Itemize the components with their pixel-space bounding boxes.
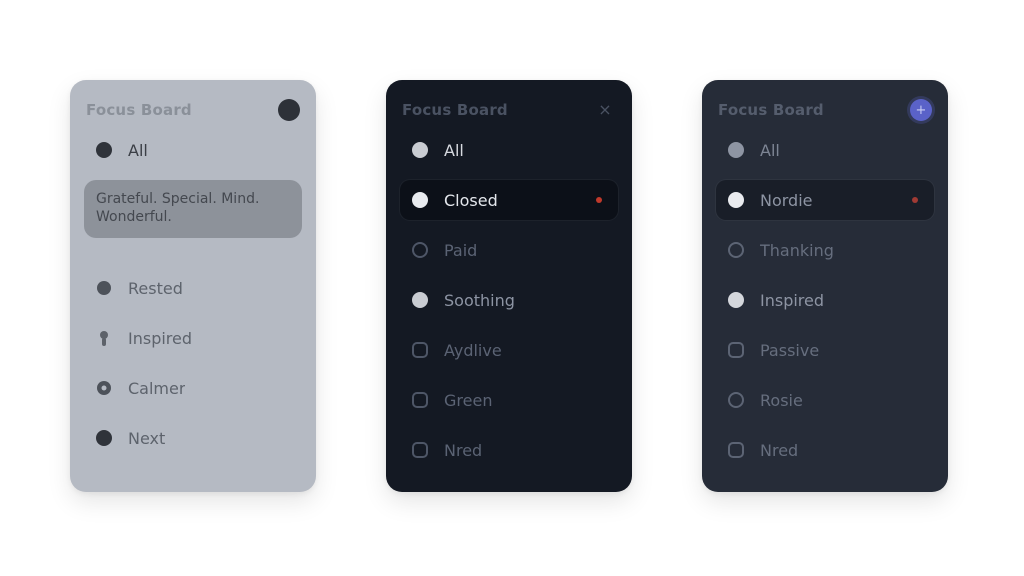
filter-item-all[interactable]: All xyxy=(84,130,302,170)
filter-item-all[interactable]: All xyxy=(400,130,618,170)
alert-dot xyxy=(912,197,918,203)
filter-item-rested[interactable]: Rested xyxy=(84,268,302,308)
focus-panel-slate: Focus Board + All Nordie Thanking Inspir… xyxy=(702,80,948,492)
filter-item-label: Next xyxy=(128,428,166,448)
filter-item-label: Paid xyxy=(444,240,478,260)
square-icon xyxy=(410,440,430,460)
ring-icon xyxy=(726,390,746,410)
disc-icon xyxy=(726,290,746,310)
filter-item-green[interactable]: Green xyxy=(400,380,618,420)
disc-icon xyxy=(726,190,746,210)
filter-item-label: Nred xyxy=(760,440,799,460)
dot-icon[interactable] xyxy=(278,99,300,121)
filter-item-all[interactable]: All xyxy=(716,130,934,170)
disc-icon xyxy=(94,428,114,448)
filter-item-label: Thanking xyxy=(760,240,834,260)
filter-item-label: Inspired xyxy=(760,290,825,310)
filter-item-label: Soothing xyxy=(444,290,515,310)
panel-title: Focus Board xyxy=(86,101,192,119)
filter-item-label: Nred xyxy=(444,440,483,460)
alert-dot xyxy=(596,197,602,203)
panel-title: Focus Board xyxy=(718,101,824,119)
disc-icon xyxy=(410,190,430,210)
filter-item-label: Passive xyxy=(760,340,820,360)
filter-item-label: All xyxy=(128,140,148,160)
filter-item-label: Inspired xyxy=(128,328,193,348)
ring-icon xyxy=(410,240,430,260)
filter-item-label: All xyxy=(444,140,464,160)
stage: Focus Board All Grateful. Special. Mind.… xyxy=(0,0,1024,576)
gear-icon xyxy=(94,378,114,398)
filter-item-inspired[interactable]: Inspired xyxy=(716,280,934,320)
filter-item-aydlive[interactable]: Aydlive xyxy=(400,330,618,370)
filter-item-closed[interactable]: Closed xyxy=(400,180,618,220)
filter-item-label: Calmer xyxy=(128,378,186,398)
disc-icon xyxy=(726,140,746,160)
square-icon xyxy=(410,390,430,410)
filter-item-soothing[interactable]: Soothing xyxy=(400,280,618,320)
square-icon xyxy=(726,340,746,360)
filter-item-label: Aydlive xyxy=(444,340,502,360)
panel-header: Focus Board + xyxy=(718,96,932,124)
focus-panel-light: Focus Board All Grateful. Special. Mind.… xyxy=(70,80,316,492)
filter-item-label: Rested xyxy=(128,278,183,298)
filter-item-thanking[interactable]: Thanking xyxy=(716,230,934,270)
filter-item-rosie[interactable]: Rosie xyxy=(716,380,934,420)
note-card-text: Grateful. Special. Mind. Wonderful. xyxy=(96,191,260,225)
filter-item-label: Closed xyxy=(444,190,498,210)
plus-icon[interactable]: + xyxy=(910,99,932,121)
filter-item-label: All xyxy=(760,140,780,160)
disc-icon xyxy=(410,140,430,160)
disc-icon xyxy=(94,278,114,298)
disc-icon xyxy=(410,290,430,310)
filter-item-nordie[interactable]: Nordie xyxy=(716,180,934,220)
square-icon xyxy=(410,340,430,360)
note-card[interactable]: Grateful. Special. Mind. Wonderful. xyxy=(84,180,302,238)
filter-item-label: Nordie xyxy=(760,190,813,210)
square-icon xyxy=(726,440,746,460)
pin-icon xyxy=(94,328,114,348)
filter-item-passive[interactable]: Passive xyxy=(716,330,934,370)
ring-icon xyxy=(726,240,746,260)
filter-item-label: Green xyxy=(444,390,493,410)
filter-item-nred[interactable]: Nred xyxy=(400,430,618,470)
filter-item-paid[interactable]: Paid xyxy=(400,230,618,270)
focus-panel-dark: Focus Board × All Closed Paid Soothing A… xyxy=(386,80,632,492)
filter-item-next[interactable]: Next xyxy=(84,418,302,458)
filter-item-nred[interactable]: Nred xyxy=(716,430,934,470)
filter-item-inspired[interactable]: Inspired xyxy=(84,318,302,358)
panel-header: Focus Board xyxy=(86,96,300,124)
panel-title: Focus Board xyxy=(402,101,508,119)
close-icon[interactable]: × xyxy=(594,99,616,121)
disc-icon xyxy=(94,140,114,160)
filter-item-calmer[interactable]: Calmer xyxy=(84,368,302,408)
filter-item-label: Rosie xyxy=(760,390,803,410)
panel-header: Focus Board × xyxy=(402,96,616,124)
